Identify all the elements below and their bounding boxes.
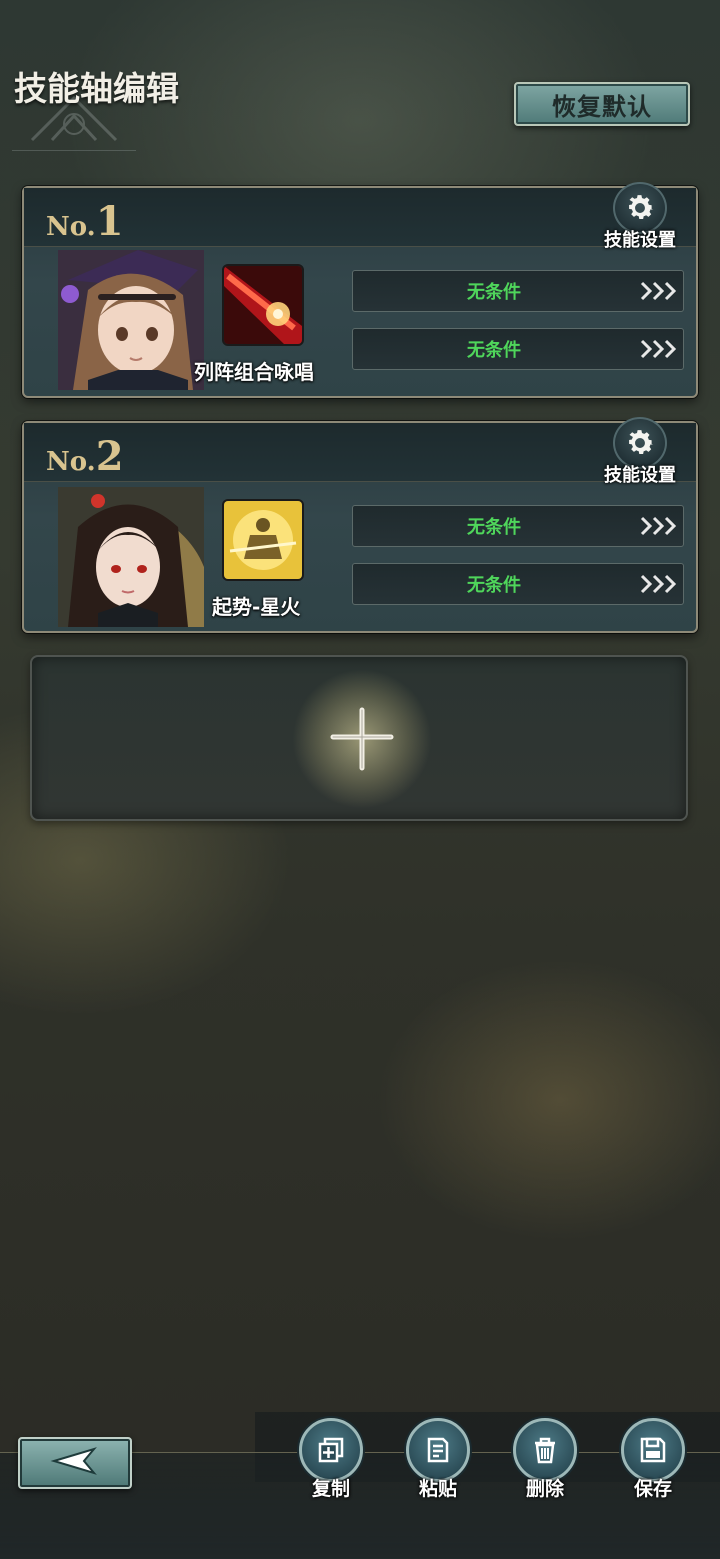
card-number-value: 2 (95, 433, 124, 480)
condition-text: 无条件 (467, 282, 521, 303)
reset-default-button[interactable]: 恢复默认 (514, 82, 690, 126)
copy-icon (299, 1418, 363, 1482)
skill-icon[interactable] (222, 499, 304, 581)
paste-label: 粘贴 (418, 1478, 457, 1500)
condition-row-1[interactable]: 无条件 (352, 270, 684, 312)
condition-text: 无条件 (467, 340, 521, 361)
trash-icon (513, 1418, 577, 1482)
card-header (24, 188, 696, 247)
skill-settings-button[interactable]: 技能设置 (598, 417, 682, 487)
save-button[interactable]: 保存 (618, 1418, 688, 1501)
paste-button[interactable]: 粘贴 (403, 1418, 473, 1501)
skill-card-1: No.1 技能设置 列阵组合咏唱 无条件 无条件 (22, 182, 698, 398)
triple-chevron-right-icon (635, 280, 683, 302)
delete-button[interactable]: 删除 (510, 1418, 580, 1501)
condition-text: 无条件 (467, 517, 521, 538)
condition-row-2[interactable]: 无条件 (352, 563, 684, 605)
save-label: 保存 (633, 1478, 672, 1500)
condition-row-2[interactable]: 无条件 (352, 328, 684, 370)
skill-name: 列阵组合咏唱 (194, 360, 314, 384)
condition-row-1[interactable]: 无条件 (352, 505, 684, 547)
skill-name: 起势-星火 (212, 595, 301, 619)
skill-icon[interactable] (222, 264, 304, 346)
paste-icon (406, 1418, 470, 1482)
condition-text: 无条件 (467, 575, 521, 596)
character-portrait[interactable] (58, 487, 204, 627)
back-arrow-icon (50, 1446, 100, 1480)
triple-chevron-right-icon (635, 338, 683, 360)
delete-label: 删除 (525, 1478, 564, 1500)
card-number: No.2 (46, 433, 124, 480)
character-portrait[interactable] (58, 250, 204, 390)
card-number-value: 1 (95, 198, 124, 245)
back-button[interactable] (18, 1437, 132, 1489)
plus-icon (292, 669, 432, 809)
card-header (24, 423, 696, 482)
triple-chevron-right-icon (635, 573, 683, 595)
skill-settings-button[interactable]: 技能设置 (598, 182, 682, 252)
add-skill-card-button[interactable] (30, 655, 688, 821)
triple-chevron-right-icon (635, 515, 683, 537)
card-number-prefix: No. (46, 447, 96, 477)
page-title: 技能轴编辑 (14, 69, 179, 108)
floppy-disk-icon (621, 1418, 685, 1482)
skill-settings-label: 技能设置 (604, 230, 676, 251)
card-number-prefix: No. (46, 212, 96, 242)
skill-settings-label: 技能设置 (604, 465, 676, 486)
card-number: No.1 (46, 198, 124, 245)
copy-label: 复制 (311, 1478, 350, 1500)
skill-card-2: No.2 技能设置 起势-星火 无条件 无条件 (22, 417, 698, 633)
copy-button[interactable]: 复制 (296, 1418, 366, 1501)
